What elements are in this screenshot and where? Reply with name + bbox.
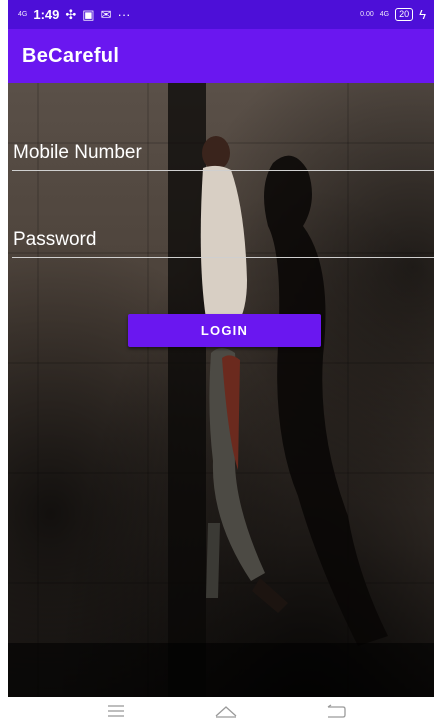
menu-icon[interactable] bbox=[96, 701, 136, 721]
background-photo bbox=[8, 83, 434, 697]
gallery-icon: ▣ bbox=[82, 6, 95, 22]
status-time: 1:49 bbox=[33, 7, 60, 22]
mail-icon: ✉ bbox=[100, 6, 112, 22]
back-icon[interactable] bbox=[316, 701, 356, 721]
network-type: 4G bbox=[379, 11, 390, 18]
app-title: BeCareful bbox=[22, 44, 120, 67]
home-icon[interactable] bbox=[206, 701, 246, 721]
fan-icon: ✣ bbox=[65, 6, 77, 22]
status-bar: 4G 1:49 ✣ ▣ ✉ ··· 0.00 4G 20 ϟ bbox=[8, 0, 434, 29]
login-screen: LOGIN bbox=[8, 83, 434, 697]
password-input[interactable] bbox=[12, 222, 434, 257]
system-nav-bar bbox=[0, 697, 434, 723]
phone-screen: 4G 1:49 ✣ ▣ ✉ ··· 0.00 4G 20 ϟ BeCareful bbox=[8, 0, 434, 697]
charging-icon: ϟ bbox=[419, 7, 426, 22]
app-bar: BeCareful bbox=[8, 29, 434, 83]
battery-indicator: 20 bbox=[395, 8, 414, 21]
status-right: 0.00 4G 20 ϟ bbox=[360, 7, 426, 22]
more-icon: ··· bbox=[117, 7, 131, 22]
data-rate: 0.00 bbox=[360, 11, 374, 18]
mobile-number-input[interactable] bbox=[12, 135, 434, 170]
signal-label: 4G bbox=[18, 11, 28, 18]
login-button[interactable]: LOGIN bbox=[128, 314, 321, 347]
mobile-number-field[interactable] bbox=[12, 135, 434, 171]
status-left: 4G 1:49 ✣ ▣ ✉ ··· bbox=[18, 7, 130, 23]
password-field[interactable] bbox=[12, 222, 434, 258]
